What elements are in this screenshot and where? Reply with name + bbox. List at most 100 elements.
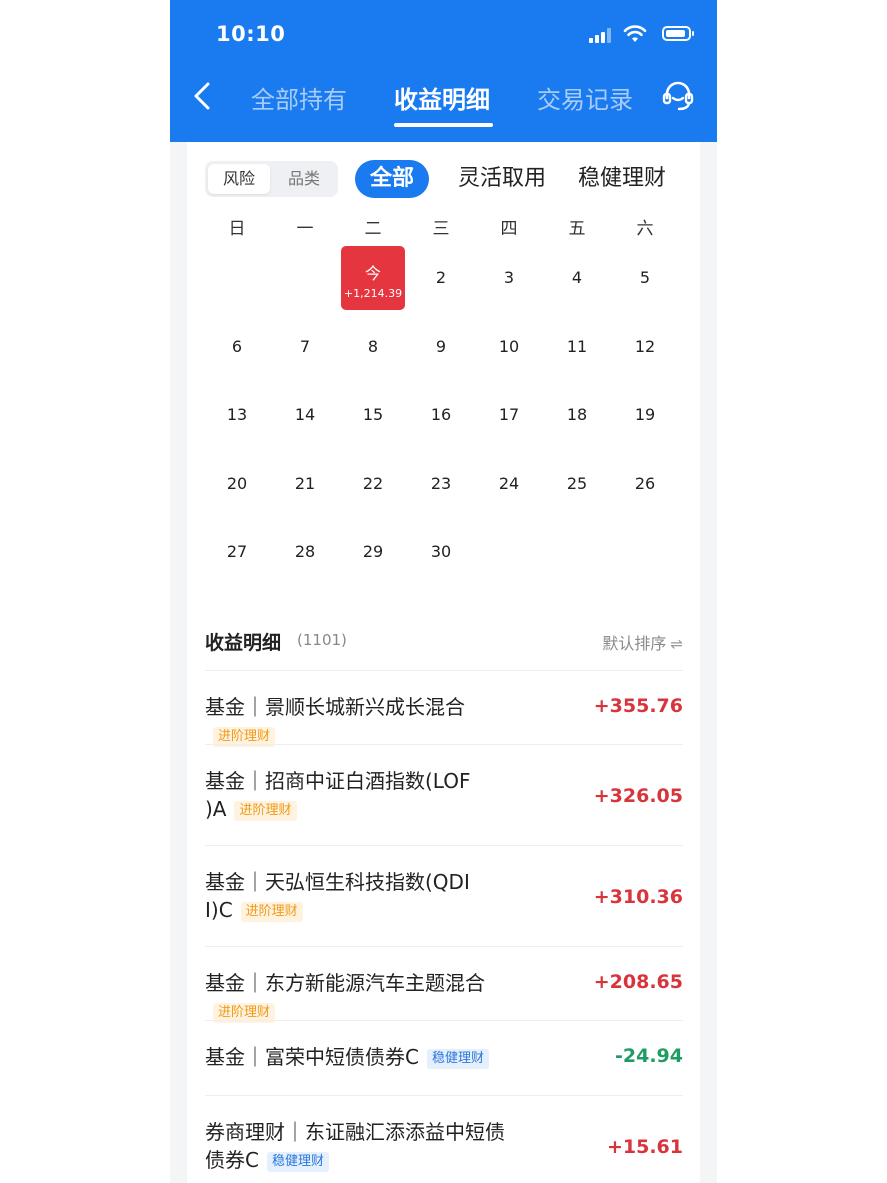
weekday-label: 三: [432, 219, 450, 239]
earnings-row[interactable]: 基金｜景顺长城新兴成长混合进阶理财 +355.76: [205, 670, 683, 747]
chip-stable[interactable]: 稳健理财: [578, 160, 666, 198]
calendar-day[interactable]: 24: [477, 452, 541, 516]
calendar-day[interactable]: 17: [477, 383, 541, 447]
product-name-line: )A: [205, 797, 227, 821]
calendar-day[interactable]: 25: [545, 452, 609, 516]
product-name: 基金｜富荣中短债债券C 稳健理财: [205, 1043, 525, 1071]
product-name-line: 基金｜景顺长城新兴成长混合: [205, 695, 465, 719]
calendar-day[interactable]: 13: [205, 383, 269, 447]
weekday-label: 四: [500, 219, 518, 239]
calendar-day[interactable]: 27: [205, 520, 269, 584]
weekday-label: 五: [568, 219, 586, 239]
calendar-day[interactable]: 28: [273, 520, 337, 584]
top-header: 10:10 全部持有 收益明细 交易记录: [170, 0, 717, 142]
back-icon[interactable]: [188, 78, 218, 114]
calendar-grid: 今 +1,214.39 2 3 4 5 6 7 8 9 10 11 12 13 14 15 16 17 18 19…: [203, 246, 679, 586]
calendar-day[interactable]: 12: [613, 315, 677, 379]
calendar-day[interactable]: 15: [341, 383, 405, 447]
earnings-row[interactable]: 券商理财｜东证融汇添添益中短债 债券C 稳健理财 +15.61: [205, 1095, 683, 1183]
product-tag: 进阶理财: [234, 801, 297, 821]
detail-header: 收益明细 (1101) 默认排序 ⇌: [205, 626, 683, 656]
earnings-amount: +310.36: [593, 886, 683, 908]
weekday-label: 日: [228, 219, 246, 239]
calendar-day[interactable]: 4: [545, 246, 609, 310]
product-name-line: I)C: [205, 898, 233, 922]
calendar-day[interactable]: 10: [477, 315, 541, 379]
risk-category-toggle: 风险 品类: [205, 161, 338, 197]
calendar-day[interactable]: 18: [545, 383, 609, 447]
sort-label: 默认排序: [602, 634, 667, 653]
weekday-label: 一: [296, 219, 314, 239]
calendar-day[interactable]: 7: [273, 315, 337, 379]
calendar-day[interactable]: 30: [409, 520, 473, 584]
earnings-amount: +15.61: [606, 1136, 683, 1158]
calendar-day[interactable]: 19: [613, 383, 677, 447]
calendar-day-today[interactable]: 今 +1,214.39: [341, 246, 405, 310]
detail-count: (1101): [297, 631, 347, 649]
calendar-day[interactable]: 21: [273, 452, 337, 516]
wifi-icon: [623, 25, 647, 42]
calendar-day[interactable]: 26: [613, 452, 677, 516]
calendar-day[interactable]: 5: [613, 246, 677, 310]
product-name: 基金｜东方新能源汽车主题混合进阶理财: [205, 969, 525, 1025]
calendar-day[interactable]: 20: [205, 452, 269, 516]
product-name: 基金｜景顺长城新兴成长混合进阶理财: [205, 693, 525, 749]
earnings-amount: -24.94: [615, 1045, 683, 1067]
app-screen: 10:10 全部持有 收益明细 交易记录 风险 品类 全部 灵活取用 稳健理财 …: [170, 0, 717, 1183]
product-tag: 稳健理财: [426, 1049, 489, 1069]
product-name-line: 基金｜富荣中短债债券C: [205, 1045, 419, 1069]
detail-title: 收益明细: [205, 632, 282, 654]
segment-category[interactable]: 品类: [273, 164, 335, 194]
weekday-label: 二: [364, 219, 382, 239]
earnings-row[interactable]: 基金｜天弘恒生科技指数(QDI I)C 进阶理财 +310.36: [205, 845, 683, 947]
calendar-day[interactable]: 14: [273, 383, 337, 447]
today-earnings: +1,214.39: [343, 287, 403, 300]
calendar-day[interactable]: 3: [477, 246, 541, 310]
calendar-day[interactable]: 9: [409, 315, 473, 379]
status-time: 10:10: [216, 22, 286, 46]
tab-transactions[interactable]: 交易记录: [537, 80, 633, 115]
calendar-day[interactable]: 2: [409, 246, 473, 310]
content-card: 风险 品类 全部 灵活取用 稳健理财 日 一 二 三 四 五 六 今 +1,21…: [187, 142, 700, 1183]
earnings-amount: +208.65: [593, 971, 683, 993]
calendar-day[interactable]: 11: [545, 315, 609, 379]
calendar-day[interactable]: 23: [409, 452, 473, 516]
product-name-line: 基金｜天弘恒生科技指数(QDI: [205, 870, 470, 894]
sort-swap-icon: ⇌: [670, 635, 683, 653]
status-icons: [581, 25, 694, 45]
earnings-amount: +355.76: [593, 695, 683, 717]
weekday-label: 六: [636, 219, 654, 239]
earnings-amount: +326.05: [593, 785, 683, 807]
product-name-line: 债券C: [205, 1148, 259, 1172]
earnings-row[interactable]: 基金｜招商中证白酒指数(LOF )A 进阶理财 +326.05: [205, 744, 683, 846]
filter-row: 风险 品类 全部 灵活取用 稳健理财: [187, 160, 700, 200]
product-name: 基金｜天弘恒生科技指数(QDI I)C 进阶理财: [205, 868, 525, 924]
calendar-day[interactable]: 29: [341, 520, 405, 584]
chip-all[interactable]: 全部: [355, 160, 430, 198]
product-name-line: 券商理财｜东证融汇添添益中短债: [205, 1120, 505, 1144]
product-name-line: 基金｜东方新能源汽车主题混合: [205, 971, 485, 995]
product-tag: 稳健理财: [266, 1152, 329, 1172]
calendar-day[interactable]: 22: [341, 452, 405, 516]
weekday-header: 日 一 二 三 四 五 六: [203, 214, 679, 239]
chip-flexible[interactable]: 灵活取用: [458, 160, 546, 198]
tab-all-holdings[interactable]: 全部持有: [251, 80, 347, 115]
tab-earnings-detail[interactable]: 收益明细: [394, 80, 490, 115]
calendar-day[interactable]: 6: [205, 315, 269, 379]
filter-fade: [660, 160, 700, 200]
earnings-row[interactable]: 基金｜东方新能源汽车主题混合进阶理财 +208.65: [205, 946, 683, 1023]
calendar-day[interactable]: 16: [409, 383, 473, 447]
signal-icon: [589, 28, 613, 43]
active-tab-indicator: [394, 123, 493, 127]
segment-risk[interactable]: 风险: [208, 164, 270, 194]
product-name: 券商理财｜东证融汇添添益中短债 债券C 稳健理财: [205, 1118, 525, 1174]
sort-button[interactable]: 默认排序 ⇌: [602, 630, 683, 654]
customer-service-icon[interactable]: [661, 79, 695, 113]
nav-bar: 全部持有 收益明细 交易记录: [170, 70, 717, 130]
product-name-line: 基金｜招商中证白酒指数(LOF: [205, 769, 471, 793]
today-label: 今: [364, 264, 381, 283]
earnings-row[interactable]: 基金｜富荣中短债债券C 稳健理财 -24.94: [205, 1020, 683, 1096]
calendar-day[interactable]: 8: [341, 315, 405, 379]
battery-icon: [662, 26, 694, 41]
product-tag: 进阶理财: [240, 902, 303, 922]
